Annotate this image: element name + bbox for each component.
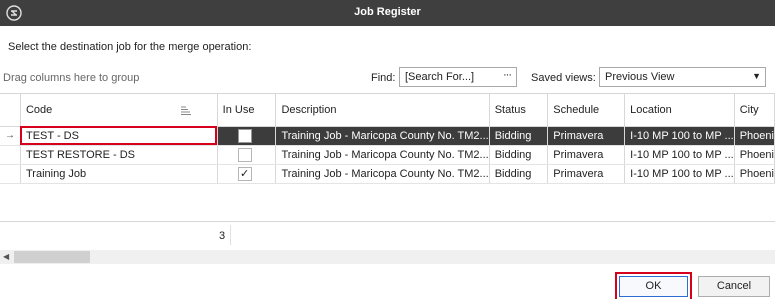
column-header-description[interactable]: Description — [275, 94, 490, 127]
job-table: Code In Use Description Status Schedule … — [0, 94, 775, 184]
saved-views-value: Previous View — [605, 71, 675, 83]
find-input-value: [Search For...] — [405, 71, 475, 83]
column-header-label: Location — [630, 103, 672, 116]
in-use-checkbox[interactable]: ✓ — [237, 166, 252, 181]
cell-location[interactable]: I-10 MP 100 to MP ... — [624, 145, 735, 165]
instruction-text: Select the destination job for the merge… — [8, 41, 252, 53]
column-header-in-use[interactable]: In Use — [217, 94, 277, 127]
in-use-checkbox[interactable] — [237, 147, 252, 162]
table-row[interactable]: → TEST - DS Training Job - Maricopa Coun… — [0, 126, 775, 146]
table-row[interactable]: TEST RESTORE - DS Training Job - Maricop… — [0, 145, 775, 165]
find-label: Find: — [371, 72, 396, 84]
cell-schedule[interactable]: Primavera — [547, 164, 626, 184]
cell-city[interactable]: Phoeni — [734, 164, 775, 184]
title-bar: Job Register — [0, 0, 775, 26]
cell-in-use[interactable] — [217, 126, 277, 146]
column-header-label: In Use — [222, 103, 255, 116]
window-title: Job Register — [354, 6, 421, 18]
row-indicator — [0, 145, 21, 165]
row-indicator — [0, 164, 21, 184]
cell-code[interactable]: TEST RESTORE - DS — [20, 145, 218, 165]
ok-button[interactable]: OK — [615, 272, 692, 299]
cell-schedule[interactable]: Primavera — [547, 145, 626, 165]
column-header-label: Schedule — [553, 103, 600, 116]
column-header-label: City — [739, 103, 759, 116]
cell-description[interactable]: Training Job - Maricopa County No. TM2..… — [275, 126, 490, 146]
cell-schedule[interactable]: Primavera — [547, 126, 626, 146]
cell-description[interactable]: Training Job - Maricopa County No. TM2..… — [275, 164, 490, 184]
cell-location[interactable]: I-10 MP 100 to MP ... — [624, 164, 735, 184]
cancel-button[interactable]: Cancel — [698, 276, 770, 297]
footer-divider — [230, 225, 231, 245]
column-header-city[interactable]: City — [734, 94, 775, 127]
cell-location[interactable]: I-10 MP 100 to MP ... — [624, 126, 735, 146]
column-header-label: Status — [494, 103, 526, 116]
cell-in-use[interactable] — [217, 145, 277, 165]
saved-views-dropdown[interactable]: Previous View ▼ — [599, 67, 766, 87]
column-header-label: Description — [281, 103, 337, 116]
cell-description[interactable]: Training Job - Maricopa County No. TM2..… — [275, 145, 490, 165]
column-header-code[interactable]: Code — [20, 94, 218, 127]
cell-code[interactable]: TEST - DS — [20, 126, 218, 146]
cell-in-use[interactable]: ✓ — [217, 164, 277, 184]
table-row[interactable]: Training Job ✓ Training Job - Maricopa C… — [0, 164, 775, 184]
column-header-status[interactable]: Status — [489, 94, 549, 127]
column-header-location[interactable]: Location — [624, 94, 735, 127]
row-count: 3 — [219, 230, 226, 242]
grid-toolbar: Drag columns here to group Find: [Search… — [0, 66, 775, 90]
in-use-checkbox[interactable] — [237, 128, 252, 143]
cell-city[interactable]: Phoeni — [734, 145, 775, 165]
find-input[interactable]: [Search For...] ··· — [399, 67, 517, 87]
cell-code[interactable]: Training Job — [20, 164, 218, 184]
row-indicator-arrow-icon: → — [0, 126, 21, 146]
scroll-left-icon[interactable]: ◀ — [3, 252, 9, 261]
sort-icon[interactable] — [180, 105, 191, 115]
scrollbar-thumb[interactable] — [14, 251, 90, 263]
cell-city[interactable]: Phoeni — [734, 126, 775, 146]
header-row: Code In Use Description Status Schedule … — [0, 94, 775, 127]
saved-views-label: Saved views: — [531, 72, 596, 84]
column-header-schedule[interactable]: Schedule — [547, 94, 626, 127]
grid-footer: 3 — [0, 221, 775, 248]
horizontal-scrollbar[interactable]: ◀ — [0, 250, 775, 264]
group-by-area[interactable]: Drag columns here to group — [3, 72, 139, 84]
cell-status[interactable]: Bidding — [489, 126, 549, 146]
cell-status[interactable]: Bidding — [489, 164, 549, 184]
cell-status[interactable]: Bidding — [489, 145, 549, 165]
button-bar: OK Cancel — [0, 266, 775, 299]
find-options-button[interactable]: ··· — [503, 69, 512, 81]
column-header-label: Code — [25, 103, 53, 116]
indicator-header — [0, 94, 21, 127]
chevron-down-icon[interactable]: ▼ — [752, 71, 761, 81]
